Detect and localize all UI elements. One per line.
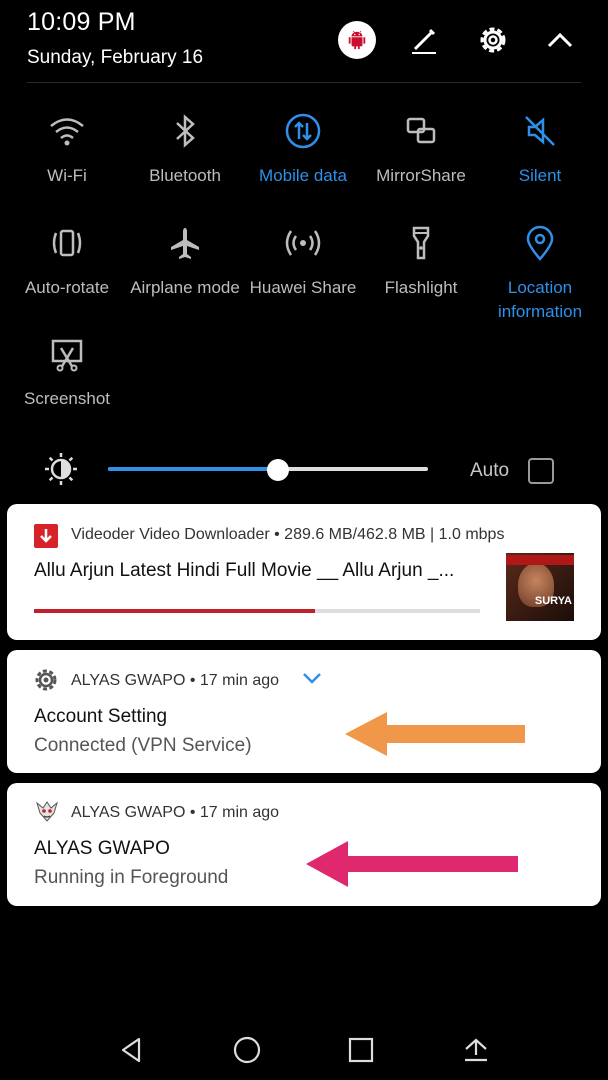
auto-brightness-label: Auto — [470, 460, 510, 481]
download-app-icon — [34, 524, 58, 548]
tile-silent[interactable]: Silent — [481, 108, 599, 188]
mirrorshare-icon — [362, 108, 480, 154]
header-divider — [27, 82, 581, 83]
tile-label: Wi-Fi — [47, 166, 87, 185]
bluetooth-icon — [126, 108, 244, 154]
notification-alyas-gwapo[interactable]: ALYAS GWAPO • 17 min ago ALYAS GWAPO Run… — [7, 783, 601, 906]
android-robot-icon[interactable] — [338, 21, 376, 59]
date: Sunday, February 16 — [27, 47, 204, 68]
download-progress-fill — [34, 609, 315, 613]
recents-icon[interactable] — [339, 1028, 383, 1072]
back-icon[interactable] — [110, 1028, 154, 1072]
tile-label-line-2: information — [497, 302, 583, 321]
tile-label: Huawei Share — [249, 278, 357, 297]
tile-label: Bluetooth — [149, 166, 221, 185]
chevron-down-icon[interactable] — [301, 670, 323, 691]
gear-icon[interactable] — [473, 20, 513, 60]
hide-bar-icon[interactable] — [454, 1028, 498, 1072]
notification-account-setting[interactable]: ALYAS GWAPO • 17 min ago Account Setting… — [7, 650, 601, 773]
tile-wifi[interactable]: Wi-Fi — [8, 108, 126, 188]
tile-label: Silent — [518, 166, 562, 185]
silent-icon — [481, 108, 599, 154]
video-thumbnail: SURYA — [506, 553, 574, 621]
tile-bluetooth[interactable]: Bluetooth — [126, 108, 244, 188]
clock: 10:09 PM — [27, 8, 136, 36]
tile-label: MirrorShare — [376, 166, 466, 185]
screenshot-icon — [8, 331, 126, 377]
auto-rotate-icon — [8, 220, 126, 266]
notification-subtitle: Running in Foreground — [34, 867, 229, 888]
brightness-thumb[interactable] — [266, 459, 289, 481]
auto-brightness-checkbox[interactable] — [528, 458, 554, 484]
gear-icon — [33, 667, 59, 698]
tile-label: Screenshot — [24, 389, 110, 408]
wifi-icon — [8, 108, 126, 154]
tile-auto-rotate[interactable]: Auto-rotate — [8, 220, 126, 300]
notification-time: 17 min ago — [199, 672, 280, 689]
thumbnail-text: SURYA — [534, 595, 572, 607]
notification-subtitle: Connected (VPN Service) — [34, 735, 252, 756]
tile-mobile-data[interactable]: Mobile data — [244, 108, 362, 188]
brightness-icon — [43, 451, 79, 492]
notification-app-name: ALYAS GWAPO — [71, 672, 186, 689]
chevron-up-icon[interactable] — [540, 20, 580, 60]
separator-dot: • — [274, 526, 285, 543]
flashlight-icon — [362, 220, 480, 266]
tile-airplane[interactable]: Airplane mode — [126, 220, 244, 300]
tile-label: Flashlight — [384, 278, 458, 297]
notification-title: Allu Arjun Latest Hindi Full Movie __ Al… — [34, 560, 455, 581]
orange-arrow-annotation — [343, 710, 529, 763]
tile-flashlight[interactable]: Flashlight — [362, 220, 480, 300]
notification-title: ALYAS GWAPO — [34, 838, 170, 859]
tile-huawei-share[interactable]: Huawei Share — [244, 220, 362, 300]
tile-mirrorshare[interactable]: MirrorShare — [362, 108, 480, 188]
notification-download[interactable]: Videoder Video Downloader • 289.6 MB/462… — [7, 504, 601, 640]
separator-dot: • — [189, 804, 200, 821]
separator-dot: • — [189, 672, 200, 689]
tile-label: Auto-rotate — [24, 278, 110, 297]
app-mascot-icon — [35, 799, 59, 828]
tile-label-line-1: Location — [507, 278, 573, 297]
huawei-share-icon — [244, 220, 362, 266]
tile-label: Mobile data — [259, 166, 347, 185]
notification-app-name: Videoder Video Downloader — [71, 526, 270, 543]
download-meta: 289.6 MB/462.8 MB | 1.0 mbps — [284, 526, 505, 543]
home-icon[interactable] — [225, 1028, 269, 1072]
pencil-icon[interactable] — [404, 20, 444, 60]
brightness-fill — [108, 467, 278, 471]
tile-screenshot[interactable]: Screenshot — [8, 331, 126, 411]
tile-label: Location information — [481, 276, 599, 324]
notification-app-name: ALYAS GWAPO — [71, 804, 186, 821]
mobile-data-icon — [244, 108, 362, 154]
notification-title: Account Setting — [34, 706, 168, 727]
tile-label: Airplane mode — [130, 278, 240, 297]
notification-time: 17 min ago — [199, 804, 280, 821]
airplane-icon — [126, 220, 244, 266]
location-icon — [481, 220, 599, 266]
pink-arrow-annotation — [304, 839, 522, 894]
tile-location[interactable]: Location information — [481, 220, 599, 324]
